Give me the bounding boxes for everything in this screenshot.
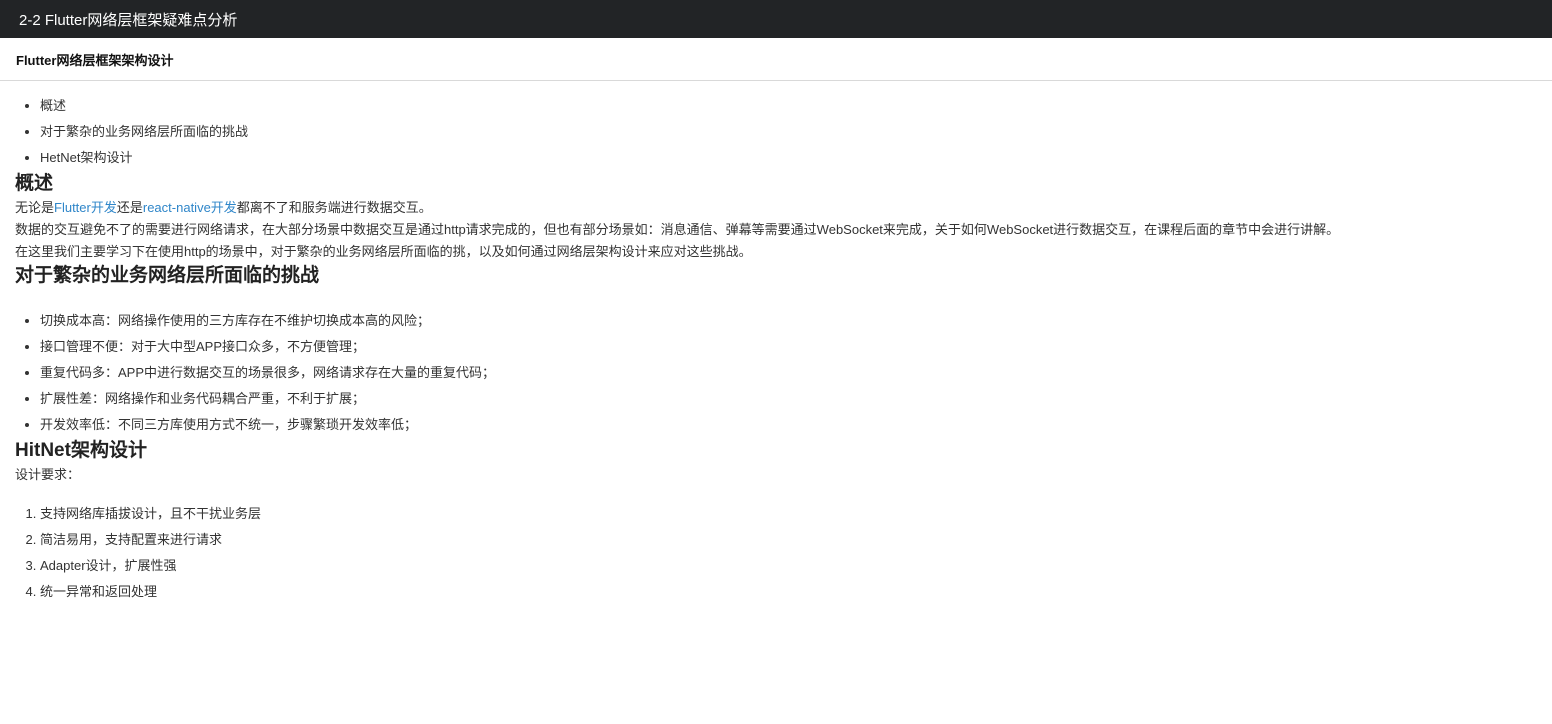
link-flutter-dev[interactable]: Flutter开发 bbox=[54, 200, 117, 215]
text-segment: 都离不了和服务端进行数据交互。 bbox=[236, 200, 432, 215]
list-item: Adapter设计，扩展性强 bbox=[40, 553, 1537, 579]
toc-item-design[interactable]: HetNet架构设计 bbox=[40, 145, 1537, 171]
table-of-contents: 概述 对于繁杂的业务网络层所面临的挑战 HetNet架构设计 bbox=[15, 93, 1537, 171]
article-content: 概述 对于繁杂的业务网络层所面临的挑战 HetNet架构设计 概述 无论是Flu… bbox=[0, 93, 1552, 605]
page-title: 2-2 Flutter网络层框架疑难点分析 bbox=[19, 11, 238, 29]
text-segment: 还是 bbox=[116, 200, 143, 215]
overview-line-2: 在这里我们主要学习下在使用http的场景中，对于繁杂的业务网络层所面临的挑，以及… bbox=[15, 244, 752, 259]
heading-design: HitNet架构设计 bbox=[15, 440, 147, 461]
design-requirements-list: 支持网络库插拔设计，且不干扰业务层 简洁易用，支持配置来进行请求 Adapter… bbox=[15, 501, 1537, 605]
article-subheader: Flutter网络层框架架构设计 bbox=[0, 38, 1552, 81]
overview-paragraph-1: 无论是Flutter开发还是react-native开发都离不了和服务端进行数据… bbox=[15, 197, 1537, 219]
article-title: Flutter网络层框架架构设计 bbox=[16, 52, 174, 68]
challenges-list: 切换成本高：网络操作使用的三方库存在不维护切换成本高的风险； 接口管理不便：对于… bbox=[15, 308, 1537, 438]
toc-item-overview[interactable]: 概述 bbox=[40, 93, 1537, 119]
toc-item-challenges[interactable]: 对于繁杂的业务网络层所面临的挑战 bbox=[40, 119, 1537, 145]
list-item: 接口管理不便：对于大中型APP接口众多，不方便管理； bbox=[40, 334, 1537, 360]
heading-overview: 概述 bbox=[15, 173, 54, 194]
list-item: 重复代码多：APP中进行数据交互的场景很多，网络请求存在大量的重复代码； bbox=[40, 360, 1537, 386]
list-item: 开发效率低：不同三方库使用方式不统一，步骤繁琐开发效率低； bbox=[40, 412, 1537, 438]
list-item: 切换成本高：网络操作使用的三方库存在不维护切换成本高的风险； bbox=[40, 308, 1537, 334]
link-react-native-dev[interactable]: react-native开发 bbox=[143, 200, 237, 215]
overview-paragraph-2: 数据的交互避免不了的需要进行网络请求，在大部分场景中数据交互是通过http请求完… bbox=[15, 219, 1537, 263]
overview-line-1: 数据的交互避免不了的需要进行网络请求，在大部分场景中数据交互是通过http请求完… bbox=[15, 222, 1340, 237]
text-segment: 无论是 bbox=[15, 200, 55, 215]
list-item: 统一异常和返回处理 bbox=[40, 579, 1537, 605]
design-intro: 设计要求： bbox=[15, 467, 81, 482]
header-bar: 2-2 Flutter网络层框架疑难点分析 bbox=[0, 0, 1552, 38]
list-item: 简洁易用，支持配置来进行请求 bbox=[40, 527, 1537, 553]
list-item: 支持网络库插拔设计，且不干扰业务层 bbox=[40, 501, 1537, 527]
heading-challenges: 对于繁杂的业务网络层所面临的挑战 bbox=[15, 265, 320, 286]
list-item: 扩展性差：网络操作和业务代码耦合严重，不利于扩展； bbox=[40, 386, 1537, 412]
